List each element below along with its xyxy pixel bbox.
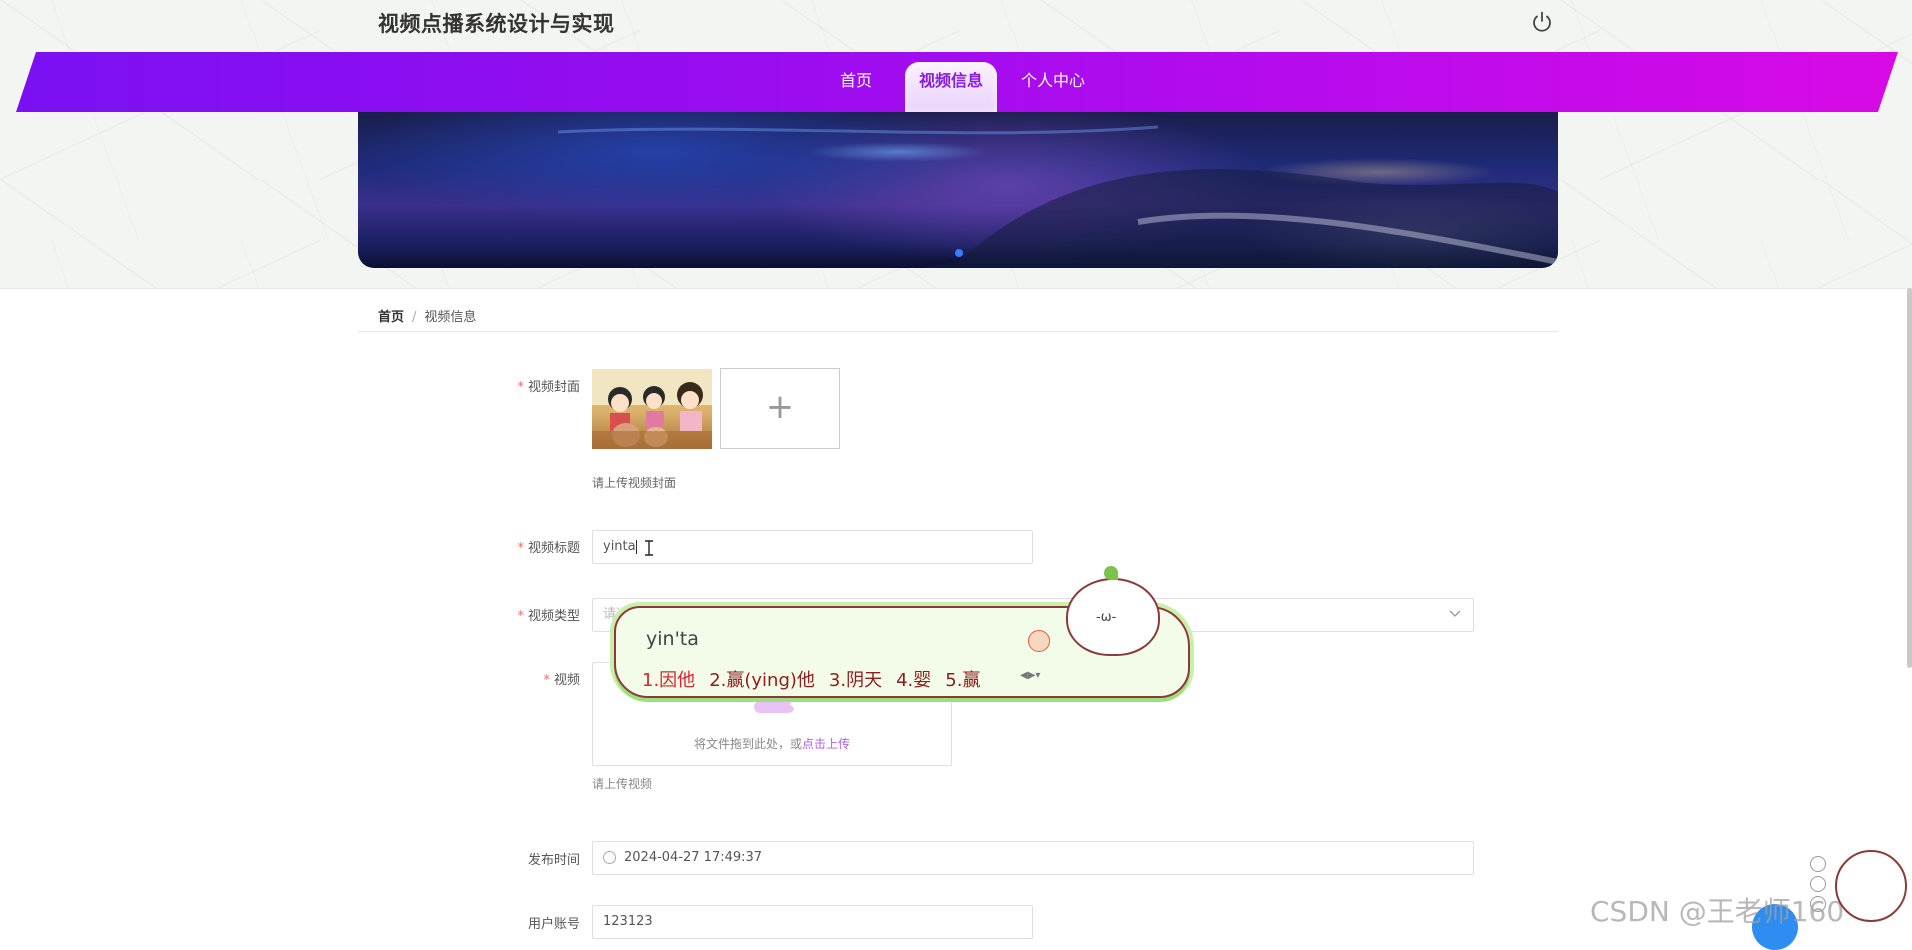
corner-mascot-icon (1835, 850, 1907, 922)
text-caret (635, 539, 637, 554)
ime-candidate[interactable]: 5.赢 (945, 670, 980, 691)
cover-label: * 视频封面 (517, 380, 580, 395)
sprout-icon (1104, 566, 1118, 580)
ime-tool-icon[interactable] (1810, 856, 1826, 872)
site-title: 视频点播系统设计与实现 (378, 12, 615, 36)
ime-candidate[interactable]: 1.因他 (642, 670, 695, 691)
dragger-text: 将文件拖到此处，或点击上传 (693, 737, 851, 751)
publish-time-label: 发布时间 (527, 853, 580, 868)
ime-tool-icon[interactable] (1810, 876, 1826, 892)
account-input[interactable]: 123123 (592, 905, 1033, 939)
ime-candidate-list: 1.因他 2.赢(ying)他 3.阴天 4.婴 5.赢 (642, 666, 994, 692)
nav-item-personal-center[interactable]: 个人中心 (1015, 62, 1091, 112)
account-value: 123123 (603, 914, 653, 929)
cover-upload-button[interactable]: + (720, 368, 840, 449)
title-input[interactable]: yinta (592, 530, 1033, 564)
title-input-value: yinta (603, 539, 636, 554)
type-label: * 视频类型 (517, 609, 580, 624)
page-scrollbar[interactable] (1907, 288, 1912, 668)
ime-logo-icon[interactable] (1028, 630, 1050, 652)
power-icon[interactable] (1530, 10, 1554, 34)
banner-carousel (358, 112, 1558, 268)
mascot-face: -ω- (1096, 610, 1117, 625)
ime-composition: yin'ta (646, 628, 699, 650)
click-upload-link[interactable]: 点击上传 (802, 737, 850, 751)
banner-image (557, 125, 1558, 268)
plus-icon: + (765, 387, 795, 427)
breadcrumb-current: 视频信息 (424, 310, 477, 325)
video-hint: 请上传视频 (592, 777, 653, 791)
nav-item-video-info[interactable]: 视频信息 (905, 62, 997, 112)
breadcrumb-home[interactable]: 首页 (378, 310, 404, 325)
carousel-indicator-dot[interactable] (955, 249, 963, 257)
cover-thumbnail[interactable] (592, 369, 712, 449)
text-cursor-icon (645, 540, 653, 556)
breadcrumb: 首页 / 视频信息 (378, 306, 476, 325)
ime-candidate[interactable]: 2.赢(ying)他 (709, 670, 815, 691)
csdn-watermark: CSDN @王老师160 (1590, 895, 1845, 928)
publish-time-picker[interactable]: 2024-04-27 17:49:37 (592, 841, 1474, 875)
ime-mascot-icon: -ω- (1066, 566, 1160, 656)
chevron-down-icon (1449, 610, 1461, 617)
title-label: * 视频标题 (517, 541, 580, 556)
cover-hint: 请上传视频封面 (592, 476, 677, 490)
nav-item-home[interactable]: 首页 (828, 62, 884, 112)
ime-candidate[interactable]: 4.婴 (896, 670, 931, 691)
breadcrumb-separator: / (412, 310, 417, 325)
cartoon-cover-image (592, 369, 712, 449)
clock-icon (603, 851, 616, 864)
video-label: * 视频 (543, 673, 580, 688)
ime-candidate[interactable]: 3.阴天 (829, 670, 882, 691)
ime-page-arrows-icon[interactable]: ◀▶▾ (1020, 670, 1040, 681)
account-label: 用户账号 (527, 917, 580, 932)
publish-time-value: 2024-04-27 17:49:37 (624, 850, 763, 865)
ime-tool-icon[interactable] (1810, 896, 1826, 912)
ime-toolbar (1810, 856, 1826, 916)
breadcrumb-divider (358, 331, 1558, 332)
